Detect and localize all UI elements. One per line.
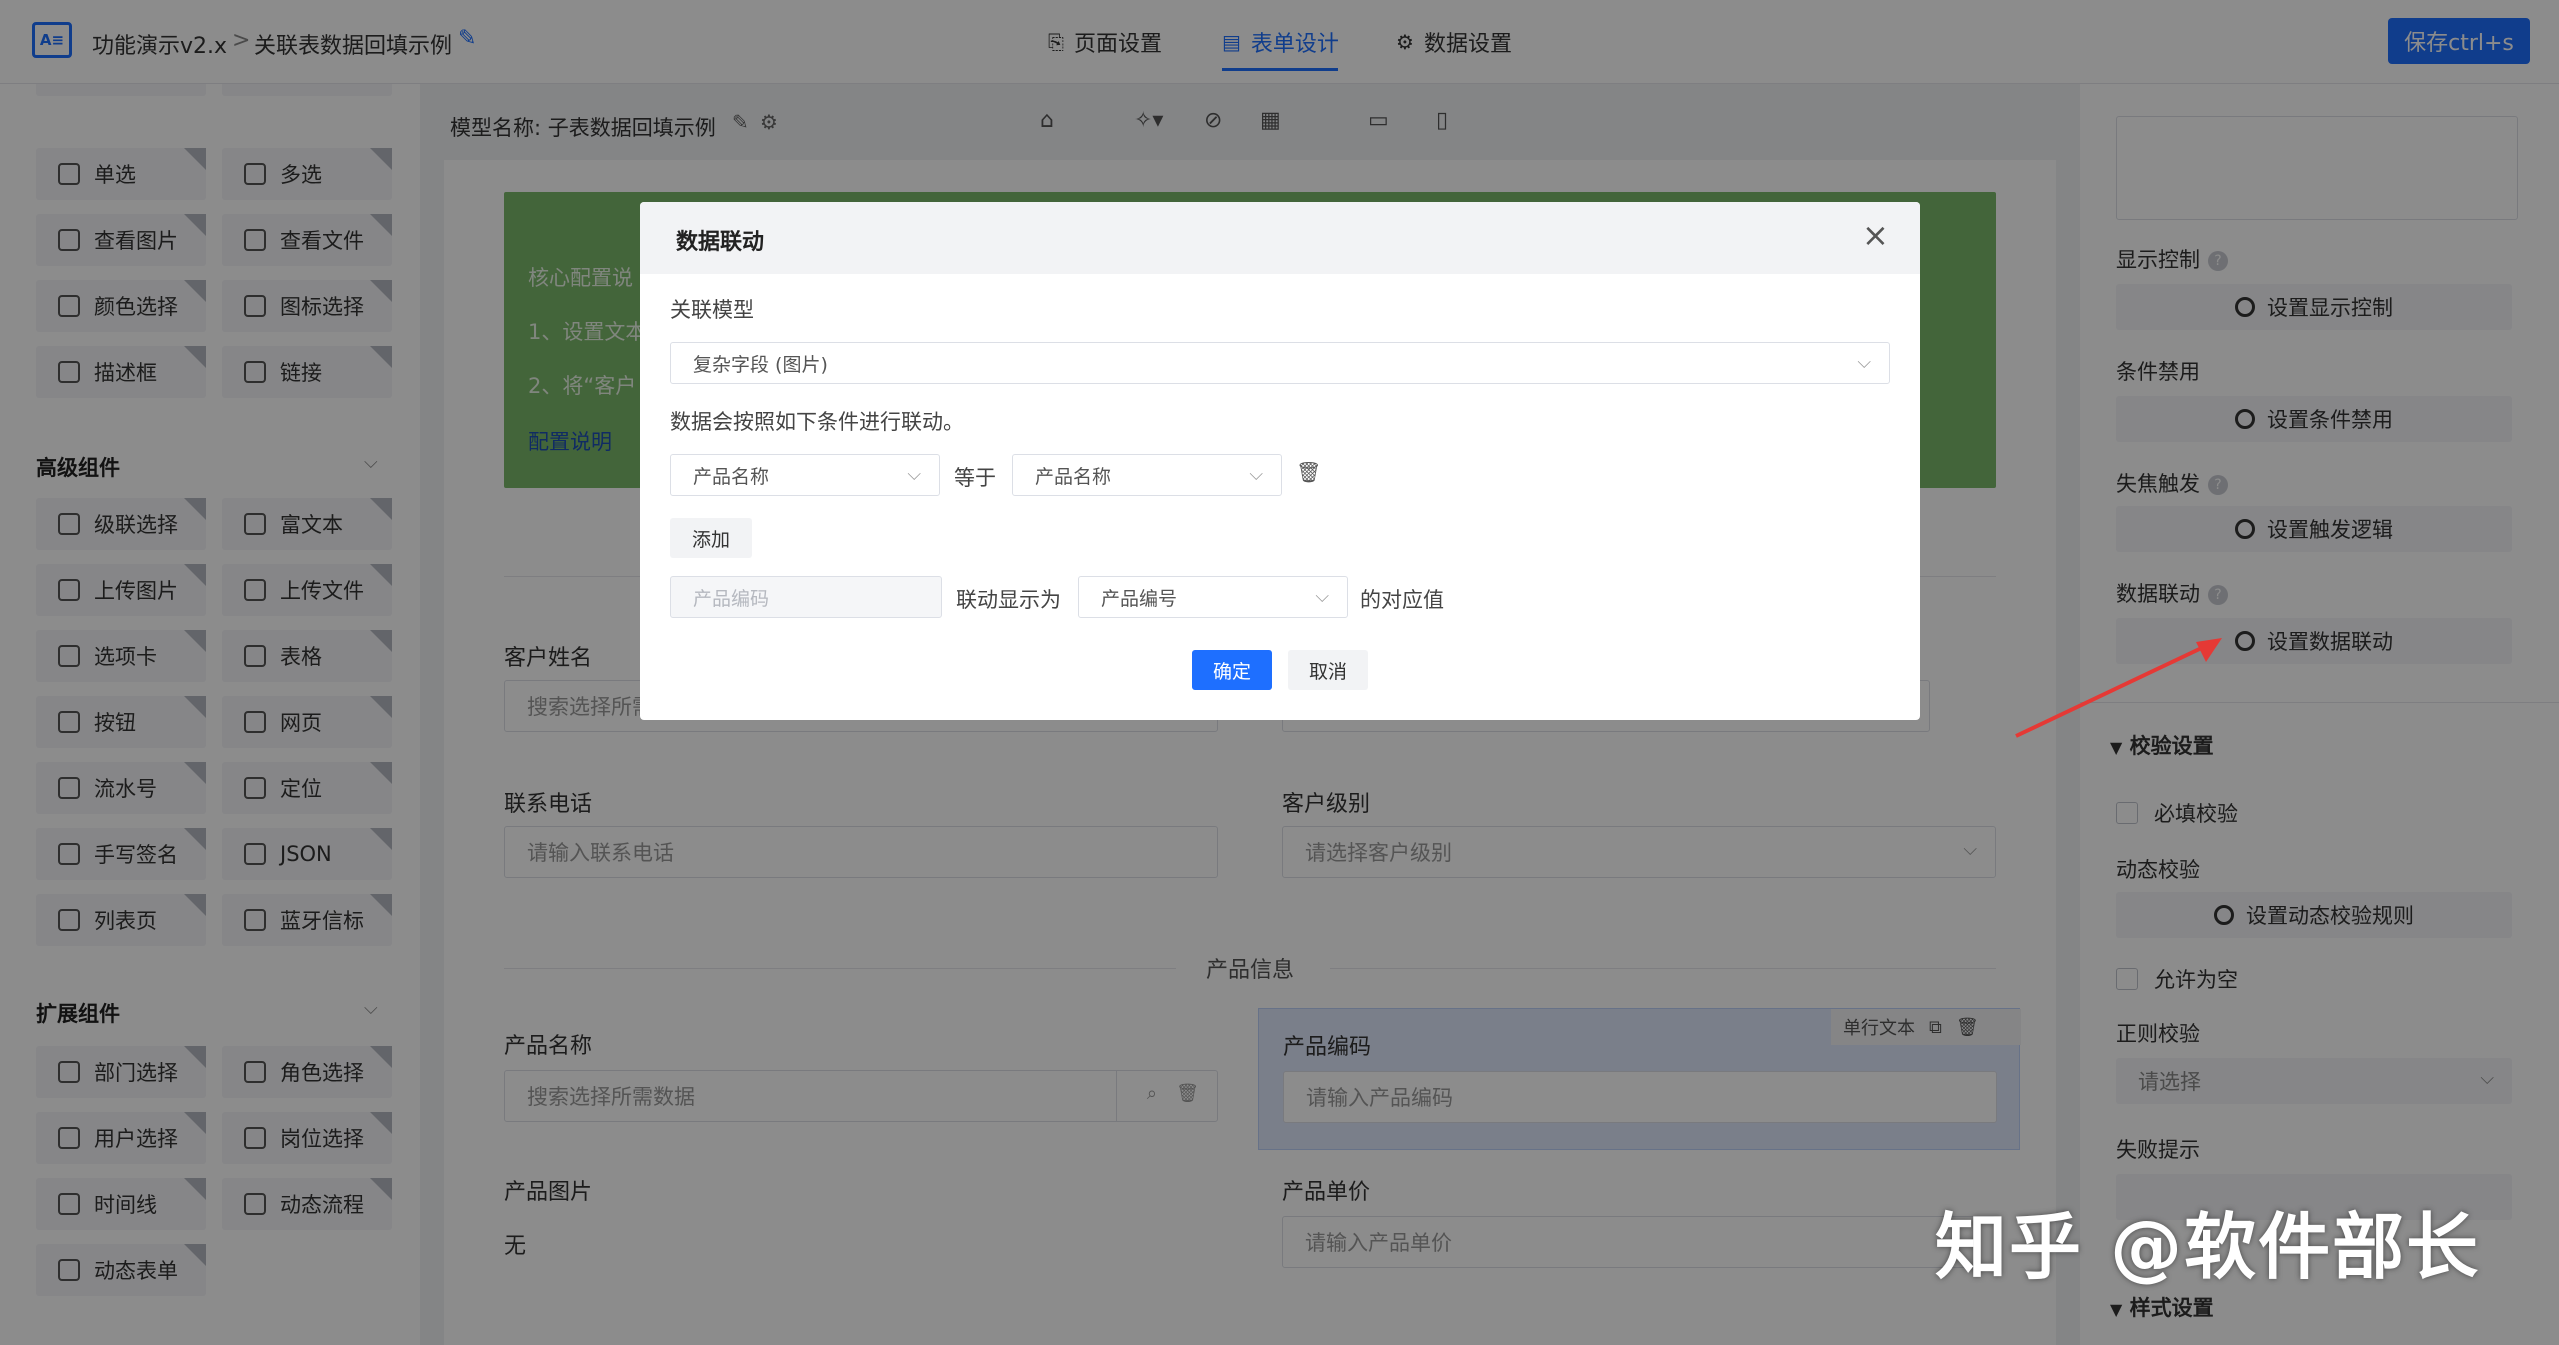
confirm-button[interactable]: 确定	[1192, 650, 1272, 690]
add-condition-button[interactable]: 添加	[670, 518, 752, 558]
condition-right-select[interactable]: 产品名称 ⌵	[1012, 454, 1282, 496]
condition-description: 数据会按照如下条件进行联动。	[670, 410, 964, 434]
chevron-down-icon: ⌵	[1315, 586, 1329, 607]
dialog-header: 数据联动 ×	[640, 202, 1920, 274]
condition-operator: 等于	[954, 466, 996, 490]
close-icon[interactable]: ×	[1862, 216, 1889, 254]
watermark: 知乎 @软件部长	[1935, 1205, 2481, 1289]
condition-left-select[interactable]: 产品名称 ⌵	[670, 454, 940, 496]
chevron-down-icon: ⌵	[1249, 464, 1263, 485]
suffix-label: 的对应值	[1360, 588, 1444, 612]
chevron-down-icon: ⌵	[1857, 352, 1871, 373]
related-model-label: 关联模型	[670, 298, 754, 322]
chevron-down-icon: ⌵	[907, 464, 921, 485]
data-link-dialog: 数据联动 × 关联模型 复杂字段 (图片) ⌵ 数据会按照如下条件进行联动。 产…	[640, 202, 1920, 720]
display-as-label: 联动显示为	[956, 588, 1061, 612]
cancel-button[interactable]: 取消	[1288, 650, 1368, 690]
trash-icon[interactable]: 🗑	[1296, 460, 1321, 484]
display-field-select[interactable]: 产品编号 ⌵	[1078, 576, 1348, 618]
related-model-select[interactable]: 复杂字段 (图片) ⌵	[670, 342, 1890, 384]
annotation-arrow	[2015, 638, 2222, 738]
dialog-title: 数据联动	[676, 230, 765, 255]
target-field-input: 产品编码	[670, 576, 942, 618]
